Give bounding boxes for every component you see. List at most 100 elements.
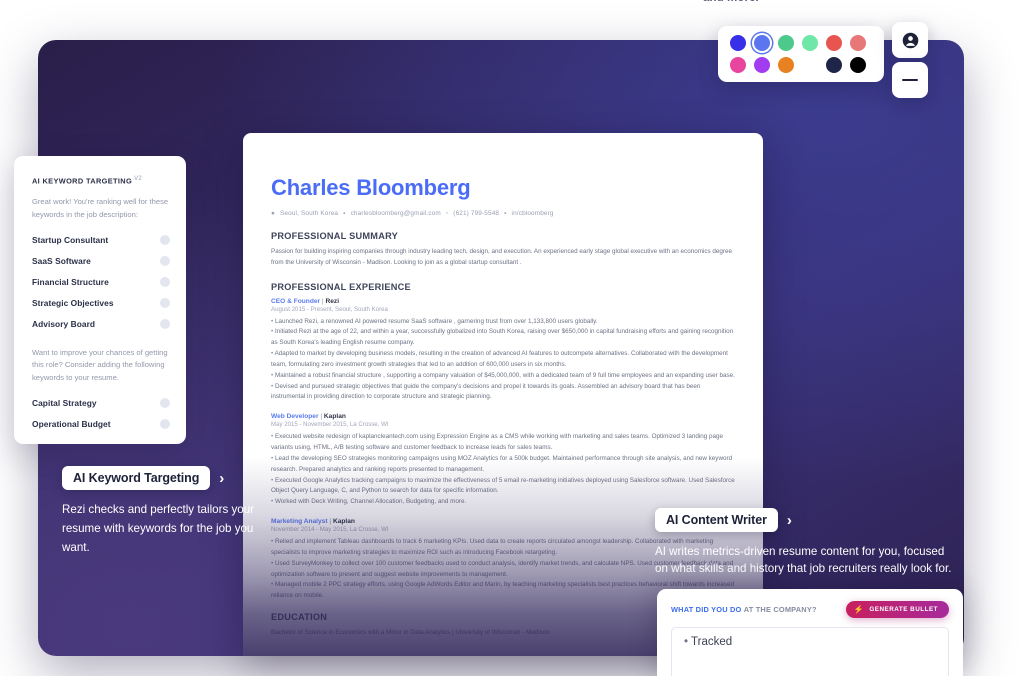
chevron-right-icon[interactable]: › bbox=[787, 513, 792, 528]
matched-keyword-row[interactable]: Startup Consultant bbox=[32, 235, 170, 246]
job-bullet: Initiated Rezi at the age of 22, and wit… bbox=[271, 327, 735, 349]
envelope-icon: ▪ bbox=[343, 210, 346, 217]
matched-keyword-label: Startup Consultant bbox=[32, 235, 109, 246]
callout-label-content-writer[interactable]: AI Content Writer bbox=[655, 508, 778, 532]
job-company: Kaplan bbox=[323, 413, 346, 421]
keyword-status-dot-icon bbox=[160, 397, 170, 408]
job-role: Marketing Analyst bbox=[271, 518, 328, 526]
color-palette[interactable] bbox=[718, 26, 884, 82]
color-swatch[interactable] bbox=[730, 35, 746, 51]
suggested-keyword-label: Operational Budget bbox=[32, 418, 111, 429]
job-title-line: CEO & Founder | Rezi bbox=[271, 298, 735, 305]
job-company: Kaplan bbox=[332, 518, 355, 526]
palette-row-1[interactable] bbox=[730, 35, 872, 51]
color-swatch[interactable] bbox=[778, 35, 794, 51]
matched-keyword-row[interactable]: SaaS Software bbox=[32, 256, 170, 267]
callout-pill-row[interactable]: AI Content Writer › bbox=[655, 508, 955, 532]
matched-keyword-row[interactable]: Advisory Board bbox=[32, 319, 170, 330]
color-swatch[interactable] bbox=[850, 35, 866, 51]
bullet-value: Tracked bbox=[684, 636, 936, 648]
job-bullet: Adapted to market by developing business… bbox=[271, 349, 735, 371]
job-title-line: Web Developer | Kaplan bbox=[271, 413, 735, 420]
job-company: Rezi bbox=[325, 297, 340, 305]
section-heading-experience: PROFESSIONAL EXPERIENCE bbox=[271, 281, 411, 292]
job-dates: August 2015 - Present, Seoul, South Kore… bbox=[271, 305, 388, 313]
color-swatch[interactable] bbox=[850, 57, 866, 73]
matched-keyword-label: Advisory Board bbox=[32, 319, 96, 330]
suggested-keyword-label: Capital Strategy bbox=[32, 397, 97, 408]
matched-keyword-label: SaaS Software bbox=[32, 256, 91, 267]
keyword-status-dot-icon bbox=[160, 319, 170, 330]
matched-keyword-list: Startup Consultant SaaS Software Financial… bbox=[32, 235, 170, 330]
job-bullet-list: Launched Rezi, a renowned AI powered res… bbox=[271, 317, 735, 404]
contact-email: charlesbloomberg@gmail.com bbox=[350, 210, 441, 217]
color-swatch[interactable] bbox=[826, 35, 842, 51]
minus-icon bbox=[902, 78, 918, 82]
matched-keyword-label: Strategic Objectives bbox=[32, 298, 114, 309]
chevron-right-icon[interactable]: › bbox=[219, 471, 224, 486]
generate-bullet-label: GENERATE BULLET bbox=[869, 606, 938, 613]
job-bullet: Maintained a robust financial structure … bbox=[271, 371, 735, 382]
color-swatch[interactable] bbox=[754, 57, 770, 73]
keyword-panel-title-text: AI KEYWORD TARGETING bbox=[32, 176, 133, 186]
suggested-keyword-row[interactable]: Operational Budget bbox=[32, 418, 170, 429]
resume-contact-line: ● Seoul, South Korea ▪ charlesbloomberg@… bbox=[271, 210, 735, 217]
job-bullet-list: Executed website redesign of kaplanclean… bbox=[271, 432, 735, 508]
keyword-suggestion-text: Want to improve your chances of getting … bbox=[32, 348, 168, 382]
summary-paragraph: Passion for building inspiring companies… bbox=[271, 248, 733, 266]
bullet-editor-question: WHAT DID YOU DO AT THE COMPANY? bbox=[671, 605, 817, 614]
callout-ai-content-writer[interactable]: AI Content Writer › AI writes metrics-dr… bbox=[655, 508, 955, 578]
keyword-status-dot-icon bbox=[160, 235, 170, 246]
top-cutoff-text: and more. bbox=[703, 0, 823, 8]
minimize-button[interactable] bbox=[892, 62, 928, 98]
bullet-editor-header: WHAT DID YOU DO AT THE COMPANY? ⚡ GENERA… bbox=[671, 601, 949, 618]
keyword-panel-title: AI KEYWORD TARGETING v2 bbox=[32, 176, 170, 185]
account-button[interactable] bbox=[892, 22, 928, 58]
keyword-status-dot-icon bbox=[160, 418, 170, 429]
bullet-input-field[interactable]: Tracked bbox=[671, 627, 949, 676]
suggested-keyword-list: Capital Strategy Operational Budget bbox=[32, 397, 170, 429]
palette-row-2[interactable] bbox=[730, 57, 872, 73]
keyword-panel-version: v2 bbox=[134, 176, 143, 182]
job-role: CEO & Founder bbox=[271, 297, 321, 305]
bullet-editor-card: WHAT DID YOU DO AT THE COMPANY? ⚡ GENERA… bbox=[657, 589, 963, 676]
color-swatch[interactable] bbox=[754, 35, 770, 51]
resume-candidate-name: Charles Bloomberg bbox=[271, 175, 471, 200]
matched-keyword-row[interactable]: Financial Structure bbox=[32, 277, 170, 288]
callout-pill-row[interactable]: AI Keyword Targeting › bbox=[62, 466, 262, 490]
question-rest: AT THE COMPANY? bbox=[743, 605, 817, 614]
contact-location: Seoul, South Korea bbox=[280, 210, 339, 217]
ai-keyword-targeting-panel: AI KEYWORD TARGETING v2 Great work! You'r… bbox=[14, 156, 186, 444]
phone-icon: ▫ bbox=[445, 210, 449, 217]
callout-text-keyword-targeting: Rezi checks and perfectly tailors your r… bbox=[62, 503, 255, 554]
job-bullet: Launched Rezi, a renowned AI powered res… bbox=[271, 317, 735, 328]
matched-keyword-row[interactable]: Strategic Objectives bbox=[32, 298, 170, 309]
keyword-panel-description: Great work! You're ranking well for thes… bbox=[32, 197, 169, 219]
generate-bullet-button[interactable]: ⚡ GENERATE BULLET bbox=[845, 601, 949, 618]
keyword-status-dot-icon bbox=[160, 298, 170, 309]
question-emphasis: WHAT DID YOU DO bbox=[671, 605, 742, 614]
color-swatch[interactable] bbox=[826, 57, 842, 73]
suggested-keyword-row[interactable]: Capital Strategy bbox=[32, 397, 170, 408]
job-bullet: Lead the developing SEO strategies monit… bbox=[271, 454, 735, 476]
color-swatch[interactable] bbox=[778, 57, 794, 73]
lightning-bolt-icon: ⚡ bbox=[853, 605, 865, 614]
linkedin-icon: ▪ bbox=[504, 210, 507, 217]
keyword-status-dot-icon bbox=[160, 277, 170, 288]
callout-label-keyword-targeting[interactable]: AI Keyword Targeting bbox=[62, 466, 211, 490]
job-dates: May 2015 - November 2015, La Crosse, WI bbox=[271, 421, 389, 429]
job-bullet: Devised and pursued strategic objectives… bbox=[271, 382, 735, 404]
color-swatch[interactable] bbox=[802, 35, 818, 51]
callout-text-content-writer: AI writes metrics-driven resume content … bbox=[655, 545, 952, 576]
user-circle-icon bbox=[902, 32, 918, 48]
job-role: Web Developer bbox=[271, 413, 319, 421]
color-swatch[interactable] bbox=[730, 57, 746, 73]
job-bullet: Executed website redesign of kaplanclean… bbox=[271, 432, 735, 454]
color-swatch[interactable] bbox=[802, 57, 818, 73]
job-bullet: Worked with Deck Writing, Channel Alloca… bbox=[271, 497, 735, 508]
contact-linkedin: in/cbloomberg bbox=[511, 210, 554, 217]
pin-icon: ● bbox=[271, 210, 276, 217]
callout-ai-keyword-targeting[interactable]: AI Keyword Targeting › Rezi checks and p… bbox=[62, 466, 262, 557]
job-bullet: Executed Google Analytics tracking campa… bbox=[271, 476, 735, 498]
